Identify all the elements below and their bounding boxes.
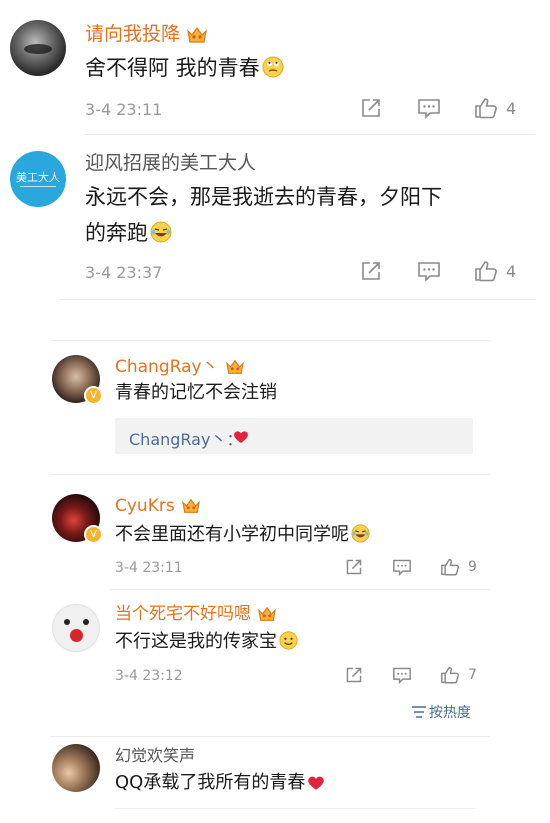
reply-card: V ChangRay丶 青春的记忆不会注销 ChangRay丶：	[0, 340, 550, 475]
comment-username[interactable]: 请向我投降	[85, 22, 208, 46]
comment-text: 永远不会，那是我逝去的青春，夕阳下 的奔跑	[85, 185, 442, 245]
comment-icon	[418, 262, 440, 282]
divider	[50, 736, 490, 737]
vip-crown-icon	[225, 359, 244, 374]
avatar[interactable]: 美工大人	[10, 151, 66, 207]
smile-emoji-icon	[279, 631, 298, 650]
like-button[interactable]: 4	[474, 260, 516, 282]
heart-icon	[234, 431, 248, 443]
comment-text: 舍不得阿 我的青春	[85, 50, 284, 86]
heart-icon	[308, 776, 325, 790]
reply-username[interactable]: 幻觉欢笑声	[115, 744, 195, 768]
comment-username[interactable]: 迎风招展的美工大人	[85, 151, 256, 175]
sort-by-hot-button[interactable]: 按热度	[411, 702, 471, 722]
reply-username[interactable]: 当个死宅不好吗嗯	[115, 602, 277, 626]
comment-card: 请向我投降 舍不得阿 我的青春 3-4 23:11 4	[0, 0, 550, 135]
divider	[115, 808, 475, 809]
reply-text: 青春的记忆不会注销	[115, 382, 277, 403]
vip-crown-icon	[181, 498, 200, 513]
comment-icon	[393, 667, 411, 684]
rolling-eyes-emoji-icon	[262, 56, 284, 78]
thumbs-up-icon	[475, 98, 497, 119]
reply-card: 幻觉欢笑声 QQ承载了我所有的青春	[0, 730, 550, 823]
like-count: 4	[506, 261, 517, 281]
share-icon	[362, 262, 380, 280]
share-button[interactable]	[360, 97, 382, 119]
comment-icon	[418, 99, 440, 119]
vip-crown-icon	[187, 26, 207, 43]
reply-button[interactable]	[417, 97, 441, 119]
like-count: 4	[506, 98, 517, 118]
share-icon	[346, 667, 362, 683]
reply-username[interactable]: ChangRay丶	[115, 355, 245, 379]
share-icon	[362, 99, 380, 117]
reply-text: QQ承载了我所有的青春	[115, 768, 325, 798]
reply-button[interactable]	[392, 558, 412, 576]
thumbs-up-icon	[441, 666, 460, 684]
reply-button[interactable]	[392, 666, 412, 684]
laughing-tears-emoji-icon	[150, 221, 172, 243]
share-button[interactable]	[360, 260, 382, 282]
like-count: 9	[468, 559, 477, 575]
avatar[interactable]	[52, 744, 100, 792]
verified-badge-icon: V	[84, 386, 103, 405]
reply-card: 当个死宅不好吗嗯 不行这是我的传家宝 3-4 23:12 7 按热度	[0, 590, 550, 730]
like-button[interactable]: 7	[440, 666, 477, 684]
like-count: 7	[468, 667, 477, 683]
comment-time: 3-4 23:37	[85, 263, 163, 282]
share-icon	[346, 559, 362, 575]
quoted-reply[interactable]: ChangRay丶：	[115, 418, 473, 454]
vip-crown-icon	[258, 606, 276, 621]
quote-username[interactable]: ChangRay丶：	[129, 426, 242, 450]
reply-button[interactable]	[417, 260, 441, 282]
share-button[interactable]	[345, 666, 363, 684]
divider	[60, 299, 535, 300]
avatar[interactable]	[10, 20, 66, 76]
comment-icon	[393, 559, 411, 576]
avatar[interactable]	[52, 604, 100, 652]
sort-icon	[412, 706, 426, 718]
reply-time: 3-4 23:11	[115, 560, 183, 576]
thumbs-up-icon	[475, 261, 497, 282]
reply-username[interactable]: CyuKrs	[115, 494, 201, 518]
verified-badge-icon: V	[84, 525, 103, 544]
divider	[50, 474, 490, 475]
comment-time: 3-4 23:11	[85, 100, 163, 119]
reply-text: 不会里面还有小学初中同学呢	[115, 520, 370, 550]
reply-text: 不行这是我的传家宝	[115, 627, 298, 657]
thumbs-up-icon	[441, 558, 460, 576]
comment-card: 美工大人 迎风招展的美工大人 永远不会，那是我逝去的青春，夕阳下 的奔跑 3-4…	[0, 135, 550, 300]
divider	[50, 340, 490, 341]
reply-time: 3-4 23:12	[115, 668, 183, 684]
sort-label[interactable]: 按热度	[429, 702, 471, 722]
like-button[interactable]: 4	[474, 97, 516, 119]
share-button[interactable]	[345, 558, 363, 576]
avatar-logo-text: 美工大人	[16, 171, 60, 184]
laughing-tears-emoji-icon	[351, 524, 370, 543]
like-button[interactable]: 9	[440, 558, 477, 576]
reply-card: V CyuKrs 不会里面还有小学初中同学呢 3-4 23:11 9	[0, 480, 550, 590]
